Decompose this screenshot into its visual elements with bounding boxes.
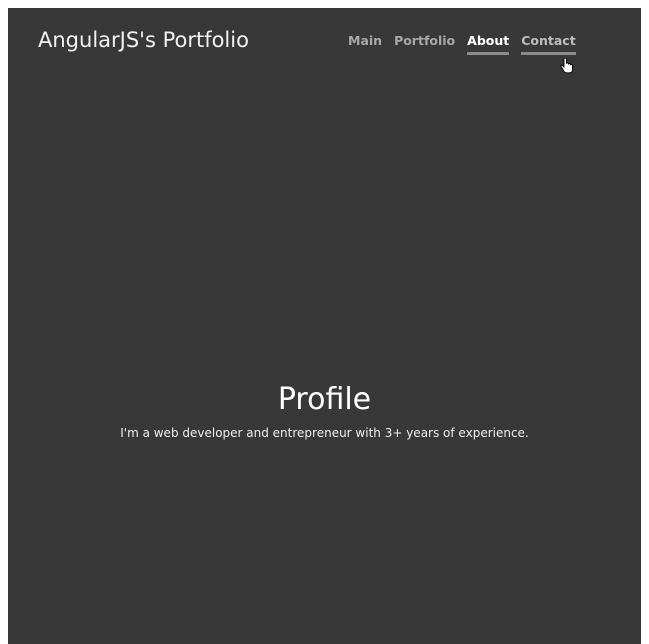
- brand-title[interactable]: AngularJS's Portfolio: [38, 28, 249, 52]
- nav-item-contact[interactable]: Contact: [521, 33, 576, 55]
- nav-item-label: Portfolio: [394, 33, 456, 48]
- hero-subtitle: I'm a web developer and entrepreneur wit…: [120, 426, 529, 440]
- nav-item-label: Contact: [521, 33, 576, 48]
- hero-section: Profile I'm a web developer and entrepre…: [8, 380, 641, 440]
- nav-item-about[interactable]: About: [467, 33, 510, 55]
- page-container: AngularJS's Portfolio Main Portfolio Abo…: [8, 8, 641, 644]
- nav-item-portfolio[interactable]: Portfolio: [394, 33, 455, 55]
- nav-item-main[interactable]: Main: [348, 33, 382, 55]
- main-nav: Main Portfolio About Contact: [348, 33, 576, 55]
- hand-pointer-icon: [560, 58, 573, 74]
- nav-item-label: About: [467, 33, 510, 48]
- hero-title: Profile: [277, 382, 372, 417]
- nav-item-label: Main: [348, 33, 383, 48]
- nav-underline: [467, 52, 510, 55]
- nav-underline: [521, 52, 576, 55]
